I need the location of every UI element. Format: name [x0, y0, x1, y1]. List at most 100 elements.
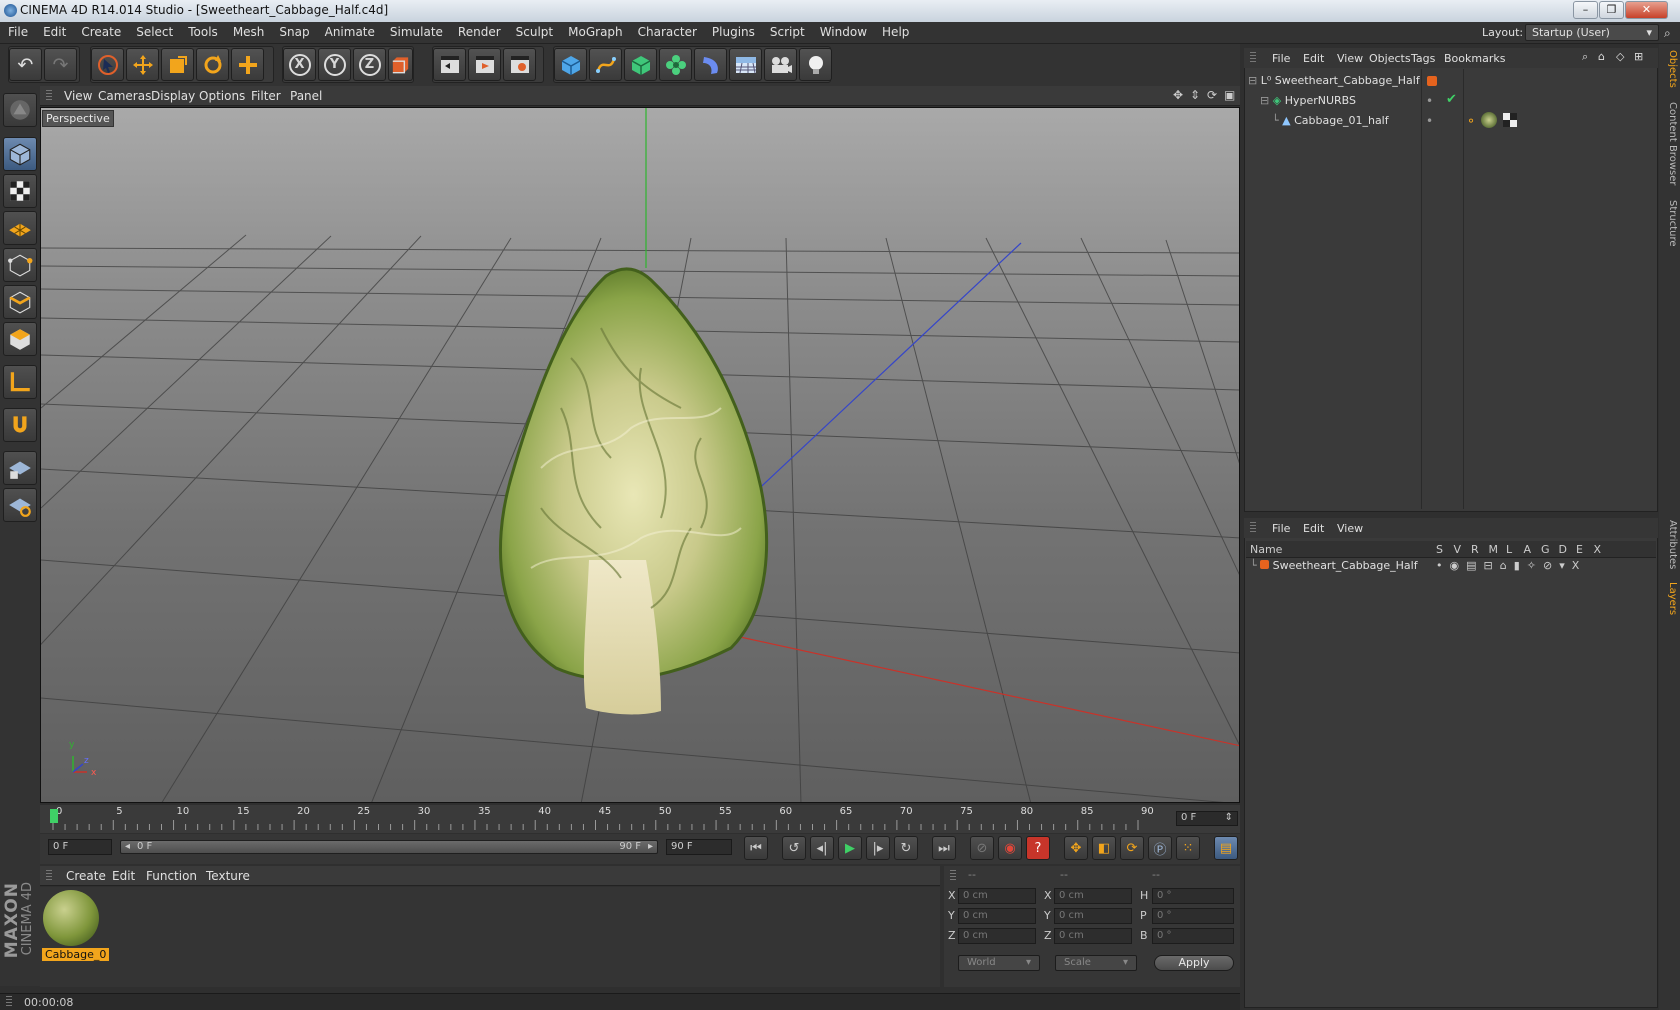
light-button[interactable]	[799, 48, 832, 81]
maximize-button[interactable]: ❐	[1599, 1, 1624, 19]
menu-animate[interactable]: Animate	[325, 25, 375, 39]
phong-tag-icon[interactable]: ⚬	[1466, 114, 1476, 128]
editor-visibility-dot[interactable]: •	[1426, 114, 1433, 128]
menu-edit[interactable]: Edit	[43, 25, 66, 39]
scheme-button[interactable]: ▤	[1214, 836, 1238, 860]
tab-structure[interactable]: Structure	[1661, 200, 1678, 247]
floor-button[interactable]	[729, 48, 762, 81]
axis-mode-button[interactable]	[3, 365, 37, 399]
layer-col-d[interactable]: D	[1559, 543, 1567, 556]
dolly-view-icon[interactable]: ⇕	[1190, 88, 1200, 102]
menu-mograph[interactable]: MoGraph	[568, 25, 623, 39]
new-window-icon[interactable]: ⊞	[1634, 50, 1643, 63]
model-mode-button[interactable]	[3, 137, 37, 171]
layer-col-l[interactable]: L	[1506, 543, 1512, 556]
z-axis-lock-button[interactable]: Z	[353, 48, 386, 81]
layer-menu-file[interactable]: File	[1272, 522, 1290, 535]
animation-icon[interactable]: ▮	[1514, 559, 1520, 572]
object-menu-bookmarks[interactable]: Bookmarks	[1444, 52, 1505, 65]
material-name[interactable]: Cabbage_0	[42, 948, 110, 961]
material-menu-function[interactable]: Function	[146, 869, 197, 883]
timeline-ruler[interactable]: 0 5 10 15 20 25 30 35 40 45 50 55 60 65 70 75 80 85 90	[48, 806, 1163, 830]
play-button[interactable]: ▶	[838, 836, 862, 860]
rotate-view-icon[interactable]: ⟳	[1207, 88, 1217, 102]
layer-color-swatch[interactable]	[1427, 76, 1437, 86]
y-axis-lock-button[interactable]: Y	[318, 48, 351, 81]
size-field[interactable]: 0 cm	[1054, 888, 1132, 904]
rotation-field[interactable]: 0 °	[1152, 908, 1234, 924]
move-button[interactable]	[126, 48, 159, 81]
minimize-button[interactable]: –	[1573, 1, 1598, 19]
object-menu-view[interactable]: View	[1337, 52, 1363, 65]
layer-menu-view[interactable]: View	[1337, 522, 1363, 535]
key-parameter-button[interactable]: Ⓟ	[1148, 836, 1172, 860]
menu-select[interactable]: Select	[136, 25, 173, 39]
editor-visibility-dot[interactable]: •	[1426, 94, 1433, 108]
size-field[interactable]: 0 cm	[1054, 928, 1132, 944]
menu-script[interactable]: Script	[770, 25, 805, 39]
render-clapper-icon[interactable]: ▤	[1466, 559, 1476, 572]
menu-file[interactable]: File	[8, 25, 28, 39]
search-icon[interactable]: ⌕	[1664, 26, 1671, 41]
autokey-button[interactable]: ◉	[998, 836, 1022, 860]
deformer-button[interactable]	[694, 48, 727, 81]
next-frame-button[interactable]: |▸	[866, 836, 890, 860]
material-preview-sphere[interactable]	[43, 890, 99, 946]
menu-mesh[interactable]: Mesh	[233, 25, 265, 39]
layer-col-r[interactable]: R	[1471, 543, 1479, 556]
tab-layers[interactable]: Layers	[1661, 582, 1678, 615]
layer-col-g[interactable]: G	[1541, 543, 1550, 556]
redo-button[interactable]: ↷	[44, 48, 77, 81]
solo-dot-icon[interactable]: •	[1436, 559, 1443, 572]
live-selection-button[interactable]	[91, 48, 124, 81]
material-menu-create[interactable]: Create	[66, 869, 106, 883]
rotation-field[interactable]: 0 °	[1152, 928, 1234, 944]
scale-button[interactable]	[161, 48, 194, 81]
perspective-viewport[interactable]: y z x	[40, 107, 1240, 803]
material-tag-icon[interactable]	[1481, 112, 1497, 128]
size-field[interactable]: 0 cm	[1054, 908, 1132, 924]
move-view-icon[interactable]: ✥	[1173, 88, 1183, 102]
previous-key-button[interactable]: ↺	[782, 836, 806, 860]
object-menu-tags[interactable]: Tags	[1411, 52, 1435, 65]
viewport-menu-panel[interactable]: Panel	[290, 89, 322, 103]
next-key-button[interactable]: ↻	[894, 836, 918, 860]
record-position-button[interactable]: ⊘	[970, 836, 994, 860]
home-icon[interactable]: ⌂	[1598, 50, 1605, 63]
cabbage-half-model[interactable]	[498, 267, 769, 715]
layer-col-a[interactable]: A	[1524, 543, 1532, 556]
start-frame-field[interactable]: 0 F	[48, 839, 112, 855]
x-axis-lock-button[interactable]: X	[283, 48, 316, 81]
menu-tools[interactable]: Tools	[188, 25, 218, 39]
key-scale-button[interactable]: ◧	[1092, 836, 1116, 860]
spline-button[interactable]	[589, 48, 622, 81]
coordinate-space-dropdown[interactable]: World ▾	[958, 955, 1040, 971]
menu-snap[interactable]: Snap	[279, 25, 309, 39]
edges-mode-button[interactable]	[3, 285, 37, 319]
rotation-field[interactable]: 0 °	[1152, 888, 1234, 904]
material-menu-edit[interactable]: Edit	[112, 869, 135, 883]
tab-objects[interactable]: Objects	[1661, 50, 1678, 88]
menu-sculpt[interactable]: Sculpt	[516, 25, 553, 39]
rotate-button[interactable]	[196, 48, 229, 81]
layer-row[interactable]: └ Sweetheart_Cabbage_Half	[1250, 559, 1418, 572]
material-menu-texture[interactable]: Texture	[206, 869, 250, 883]
menu-window[interactable]: Window	[820, 25, 867, 39]
viewport-menu-view[interactable]: View	[64, 89, 92, 103]
nurbs-button[interactable]	[624, 48, 657, 81]
coordinate-system-button[interactable]	[388, 48, 413, 81]
undo-button[interactable]: ↶	[9, 48, 42, 81]
xref-icon[interactable]: X	[1572, 559, 1580, 572]
object-menu-file[interactable]: File	[1272, 52, 1290, 65]
tab-content-browser[interactable]: Content Browser	[1661, 102, 1678, 185]
enabled-check-icon[interactable]: ✔	[1446, 92, 1457, 107]
planar-workplane-button[interactable]	[3, 488, 37, 522]
object-menu-edit[interactable]: Edit	[1303, 52, 1324, 65]
timeline-playhead[interactable]	[50, 809, 58, 823]
uvw-tag-icon[interactable]	[1503, 113, 1517, 127]
keyframe-selection-button[interactable]: ?	[1026, 836, 1050, 860]
menu-create[interactable]: Create	[81, 25, 121, 39]
frame-range-slider[interactable]: ◂ 0 F 90 F ▸	[120, 840, 658, 854]
size-mode-dropdown[interactable]: Scale ▾	[1055, 955, 1137, 971]
search-icon[interactable]: ⌕	[1582, 50, 1588, 64]
